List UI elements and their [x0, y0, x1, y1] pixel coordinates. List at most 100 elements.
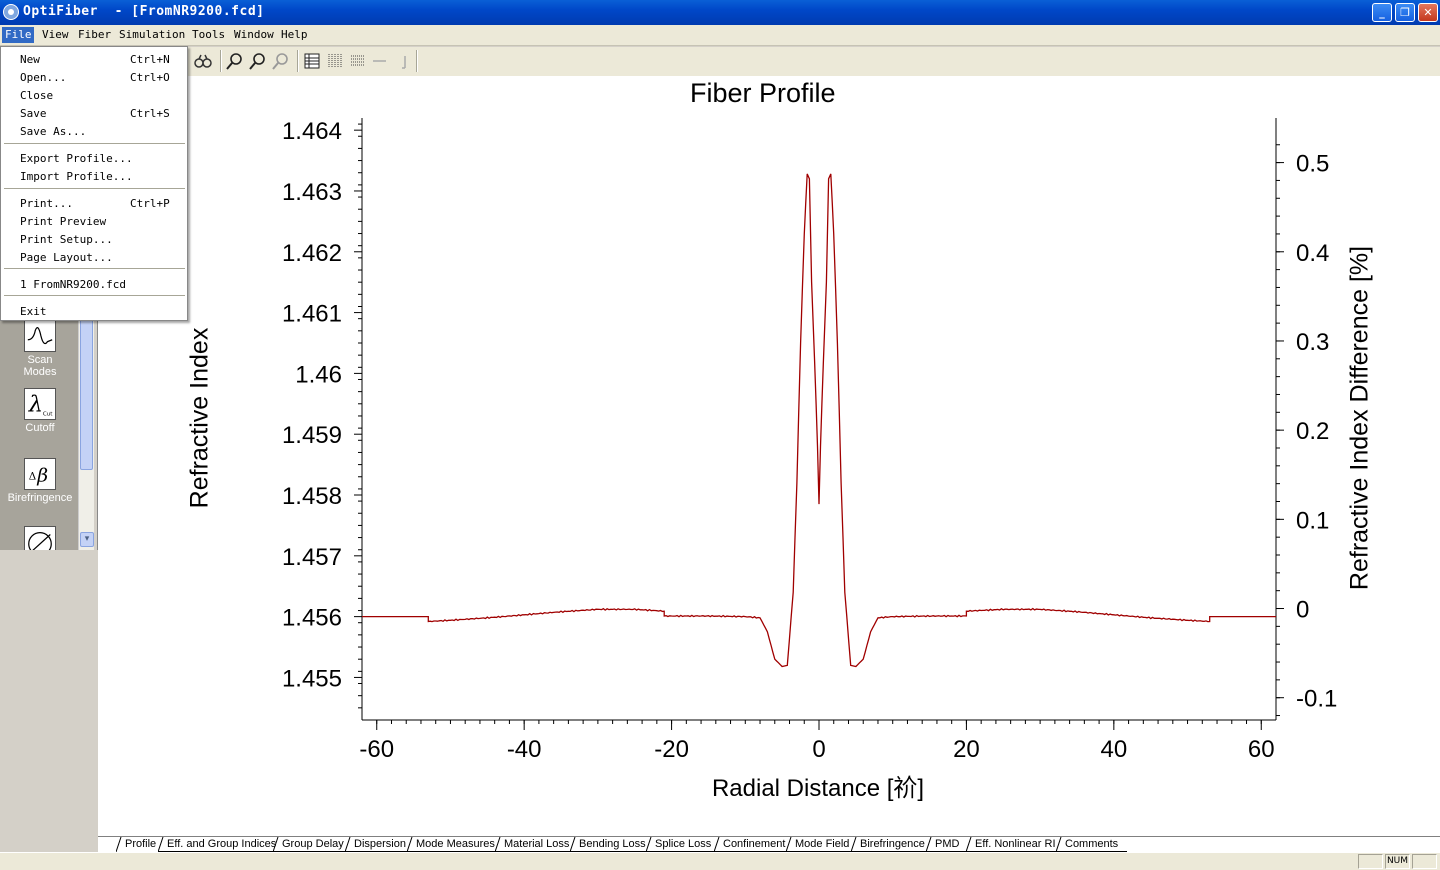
tab-label: Splice Loss	[655, 838, 712, 850]
menu-item-close[interactable]: Close	[1, 86, 187, 104]
columns-icon[interactable]	[326, 52, 344, 70]
rows-icon[interactable]	[349, 52, 367, 70]
tool-birefringence[interactable]: Δ β Birefringence	[0, 458, 80, 504]
zoom-icon[interactable]	[249, 52, 267, 70]
scan-modes-icon	[24, 320, 56, 352]
y-axis-label-right: Refractive Index Difference [%]	[1345, 245, 1374, 591]
tab-mode-field[interactable]: Mode Field	[785, 836, 859, 853]
tab-divider	[115, 836, 122, 853]
tab-divider	[344, 836, 351, 853]
tab-mode-measures[interactable]: Mode Measures	[406, 836, 504, 853]
tab-label: Profile	[125, 838, 157, 850]
toolbar	[0, 47, 1440, 76]
tab-bending-loss[interactable]: Bending Loss	[569, 836, 655, 853]
menu-item-shortcut: Ctrl+N	[130, 53, 170, 66]
tool-next[interactable]	[0, 526, 80, 550]
menu-fiber[interactable]: Fiber	[78, 28, 111, 41]
tool-label-scan-modes: Scan Modes	[23, 354, 57, 378]
minimize-button[interactable]: _	[1372, 3, 1392, 22]
menu-item-label: Print Setup...	[20, 233, 113, 246]
menu-item-label: Exit	[20, 305, 47, 318]
app-icon[interactable]	[3, 4, 19, 20]
menu-separator	[4, 188, 185, 190]
tab-birefringence[interactable]: Birefringence	[850, 836, 934, 853]
line-icon[interactable]	[372, 52, 390, 70]
menu-item-print[interactable]: Print... Ctrl+P	[1, 194, 187, 212]
binoculars-icon[interactable]	[194, 52, 212, 70]
menu-item-page-layout[interactable]: Page Layout...	[1, 248, 187, 266]
tab-label: Comments	[1065, 838, 1119, 850]
toolbar-separator	[220, 50, 222, 72]
cutoff-icon: λ Cut	[24, 388, 56, 420]
polarization-icon	[24, 526, 56, 550]
tab-splice-loss[interactable]: Splice Loss	[645, 836, 721, 853]
tab-confinement[interactable]: Confinement	[713, 836, 795, 853]
menu-item-save-as[interactable]: Save As...	[1, 122, 187, 140]
close-button[interactable]: ✕	[1418, 3, 1438, 22]
svg-text:λ: λ	[28, 392, 43, 418]
menu-item-exit[interactable]: Exit	[1, 302, 187, 320]
menu-help[interactable]: Help	[281, 28, 308, 41]
tab-divider	[850, 836, 857, 853]
scroll-down-button[interactable]: ▾	[80, 532, 94, 547]
menu-item-label: Print Preview	[20, 215, 107, 228]
svg-text:β: β	[36, 466, 48, 487]
zoom-out-icon[interactable]	[272, 52, 290, 70]
tab-eff-and-group-indices[interactable]: Eff. and Group Indices	[157, 836, 286, 853]
svg-text:Δ: Δ	[29, 471, 36, 483]
menu-item-open[interactable]: Open... Ctrl+O	[1, 68, 187, 86]
menu-window[interactable]: Window	[234, 28, 274, 41]
menu-item-label: 1 FromNR9200.fcd	[20, 278, 126, 291]
file-menu-dropdown: New Ctrl+N Open... Ctrl+O Close Save Ctr…	[0, 46, 188, 321]
menu-simulation[interactable]: Simulation	[119, 28, 185, 41]
menu-tools[interactable]: Tools	[192, 28, 225, 41]
plot-area	[98, 76, 1440, 836]
menu-item-save[interactable]: Save Ctrl+S	[1, 104, 187, 122]
status-bar: NUM	[0, 852, 1440, 870]
menu-item-print-preview[interactable]: Print Preview	[1, 212, 187, 230]
status-num: NUM	[1385, 854, 1410, 869]
menu-item-import-profile[interactable]: Import Profile...	[1, 167, 187, 185]
menu-item-new[interactable]: New Ctrl+N	[1, 50, 187, 68]
menu-view[interactable]: View	[42, 28, 69, 41]
tab-dispersion[interactable]: Dispersion	[344, 836, 415, 853]
x-axis-label: Radial Distance [祄]	[711, 775, 925, 802]
restore-button[interactable]: ❐	[1395, 3, 1415, 22]
menu-item-label: New	[20, 53, 40, 66]
tab-group-delay[interactable]: Group Delay	[272, 836, 353, 853]
birefringence-icon: Δ β	[24, 458, 56, 490]
menu-separator	[4, 268, 185, 270]
tab-divider	[272, 836, 279, 853]
tab-eff-nonlinear-ri[interactable]: Eff. Nonlinear RI	[965, 836, 1065, 853]
tool-panel-scrollbar[interactable]: ▾	[78, 300, 94, 550]
zoom-in-icon[interactable]	[226, 52, 244, 70]
tab-label: Bending Loss	[579, 838, 646, 850]
tab-label: Eff. and Group Indices	[167, 838, 277, 850]
menu-file[interactable]: File	[2, 27, 34, 43]
table-icon[interactable]	[303, 52, 321, 70]
menu-item-label: Import Profile...	[20, 170, 133, 183]
tool-label-cutoff: Cutoff	[25, 422, 55, 434]
tab-divider	[645, 836, 652, 853]
status-pane	[1412, 854, 1437, 869]
tab-label: Group Delay	[282, 838, 344, 850]
tab-label: Mode Measures	[416, 838, 495, 850]
tool-scan-modes[interactable]: Scan Modes	[0, 320, 80, 378]
tab-label: Dispersion	[354, 838, 406, 850]
tool-cutoff[interactable]: λ Cut Cutoff	[0, 388, 80, 434]
toolbar-separator	[297, 50, 299, 72]
tab-material-loss[interactable]: Material Loss	[494, 836, 579, 853]
menu-item-export-profile[interactable]: Export Profile...	[1, 149, 187, 167]
tab-bar: Profile Eff. and Group Indices Group Delay…	[98, 836, 1440, 853]
tab-comments[interactable]: Comments	[1055, 836, 1128, 853]
cursor-icon[interactable]	[395, 52, 413, 70]
tab-label: Mode Field	[795, 838, 850, 850]
menu-item-recent-file[interactable]: 1 FromNR9200.fcd	[1, 275, 187, 293]
scroll-thumb[interactable]	[80, 310, 93, 470]
tab-divider	[785, 836, 792, 853]
menu-item-label: Save As...	[20, 125, 87, 138]
tab-pmd[interactable]: PMD	[925, 836, 969, 853]
menu-item-print-setup[interactable]: Print Setup...	[1, 230, 187, 248]
tab-divider	[157, 836, 164, 853]
menu-item-label: Page Layout...	[20, 251, 113, 264]
